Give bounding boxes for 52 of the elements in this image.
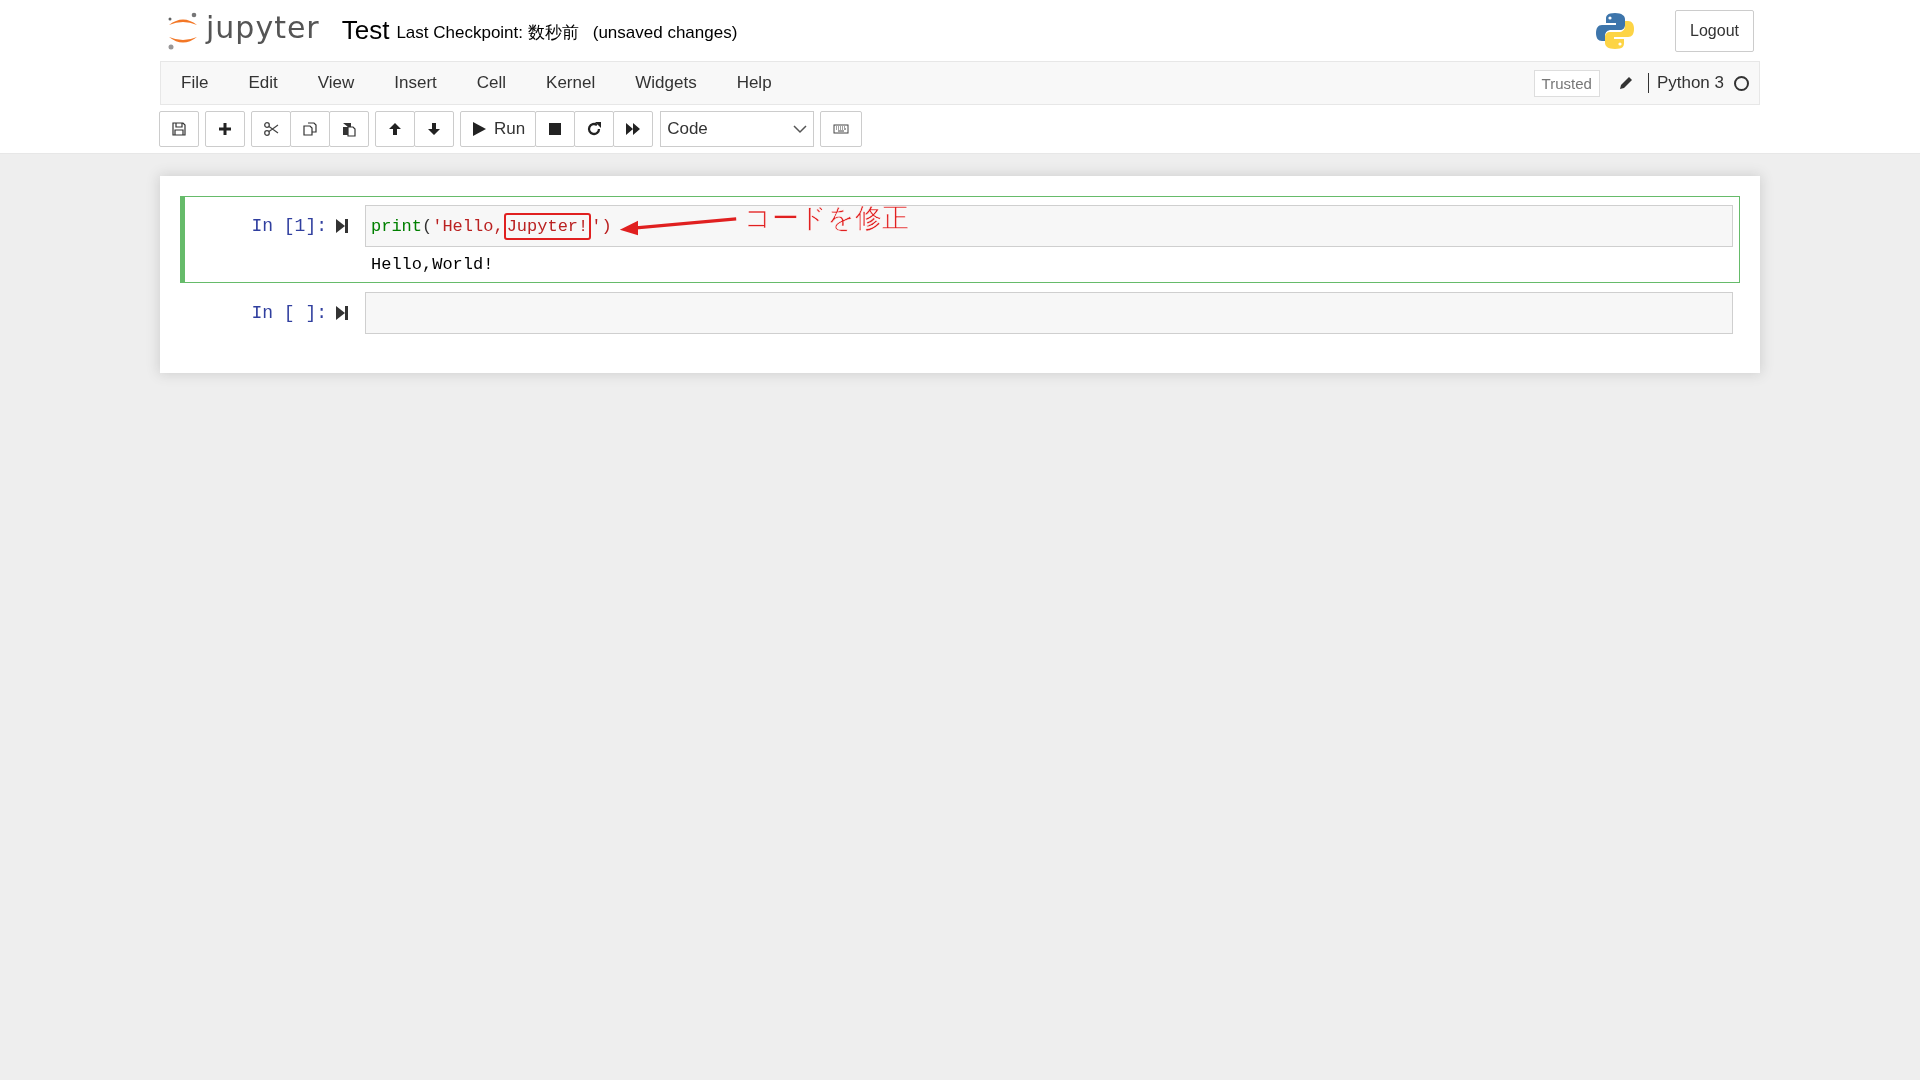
- checkpoint-status: Last Checkpoint: 数秒前: [396, 22, 579, 44]
- copy-icon: [302, 121, 318, 137]
- restart-button[interactable]: [574, 111, 615, 147]
- menu-item[interactable]: Insert: [374, 73, 457, 93]
- input-prompt: In [1]:: [250, 216, 328, 236]
- code-input[interactable]: print('Hello, Jupyter! ') コードを修正: [365, 205, 1733, 247]
- logout-button[interactable]: Logout: [1675, 9, 1754, 52]
- cell-output: Hello,World!: [370, 255, 495, 274]
- run-cell-icon[interactable]: [335, 305, 349, 321]
- keyboard-icon: [831, 121, 852, 137]
- fast-forward-button[interactable]: [613, 111, 654, 147]
- refresh-icon: [586, 121, 603, 137]
- up-button[interactable]: [375, 111, 415, 147]
- cell-type-dropdown[interactable]: Code: [660, 111, 815, 147]
- run-cell-icon[interactable]: [335, 218, 349, 234]
- chevron-down-icon: [793, 124, 808, 134]
- code-input[interactable]: [365, 292, 1733, 334]
- input-prompt: In [ ]:: [250, 303, 328, 323]
- menu-item[interactable]: Edit: [228, 73, 298, 93]
- fast-forward-icon: [625, 121, 642, 137]
- play-icon: [471, 121, 487, 137]
- keyboard-button[interactable]: [820, 111, 863, 147]
- cut-button[interactable]: [251, 111, 291, 147]
- arrow-up-icon: [387, 121, 403, 137]
- stop-button[interactable]: [535, 111, 576, 147]
- code-cell[interactable]: In [ ]:: [180, 283, 1740, 343]
- save-icon: [171, 121, 187, 137]
- save-button[interactable]: [159, 111, 199, 147]
- down-button[interactable]: [414, 111, 454, 147]
- paste-icon: [341, 121, 357, 137]
- kernel-name: Python 3: [1647, 73, 1724, 93]
- python-logo-icon: [1595, 10, 1636, 51]
- run-button[interactable]: Run: [460, 111, 537, 147]
- paste-button[interactable]: [329, 111, 369, 147]
- copy-button[interactable]: [290, 111, 330, 147]
- menu-item[interactable]: View: [297, 73, 375, 93]
- trusted-indicator[interactable]: Trusted: [1533, 69, 1600, 97]
- scissors-icon: [263, 121, 279, 137]
- plus-icon: [217, 121, 233, 137]
- notebook-name[interactable]: Test: [341, 15, 390, 46]
- code-cell[interactable]: In [1]: print('Hello, Jupyter! ') コードを修正 Hello,World!: [180, 196, 1740, 283]
- arrow-down-icon: [426, 121, 442, 137]
- stop-icon: [547, 121, 564, 137]
- logo-text: jupyter: [206, 10, 320, 45]
- menu-item[interactable]: Kernel: [526, 73, 616, 93]
- menu-item[interactable]: Cell: [456, 73, 527, 93]
- save-status: (unsaved changes): [592, 22, 738, 43]
- pencil-icon[interactable]: [1617, 75, 1634, 91]
- menu-item[interactable]: File: [161, 73, 229, 93]
- add-button[interactable]: [205, 111, 245, 147]
- menu-item[interactable]: Help: [716, 73, 792, 93]
- menu-item[interactable]: Widgets: [615, 73, 717, 93]
